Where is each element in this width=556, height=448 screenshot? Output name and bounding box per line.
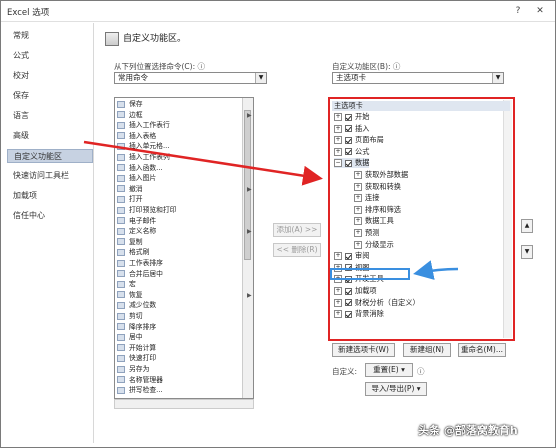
blue-arrow — [413, 260, 459, 280]
red-arrow — [83, 140, 323, 186]
watermark-text: 头条 @部落窝教育h — [418, 424, 518, 437]
annotation-arrows — [83, 140, 459, 280]
